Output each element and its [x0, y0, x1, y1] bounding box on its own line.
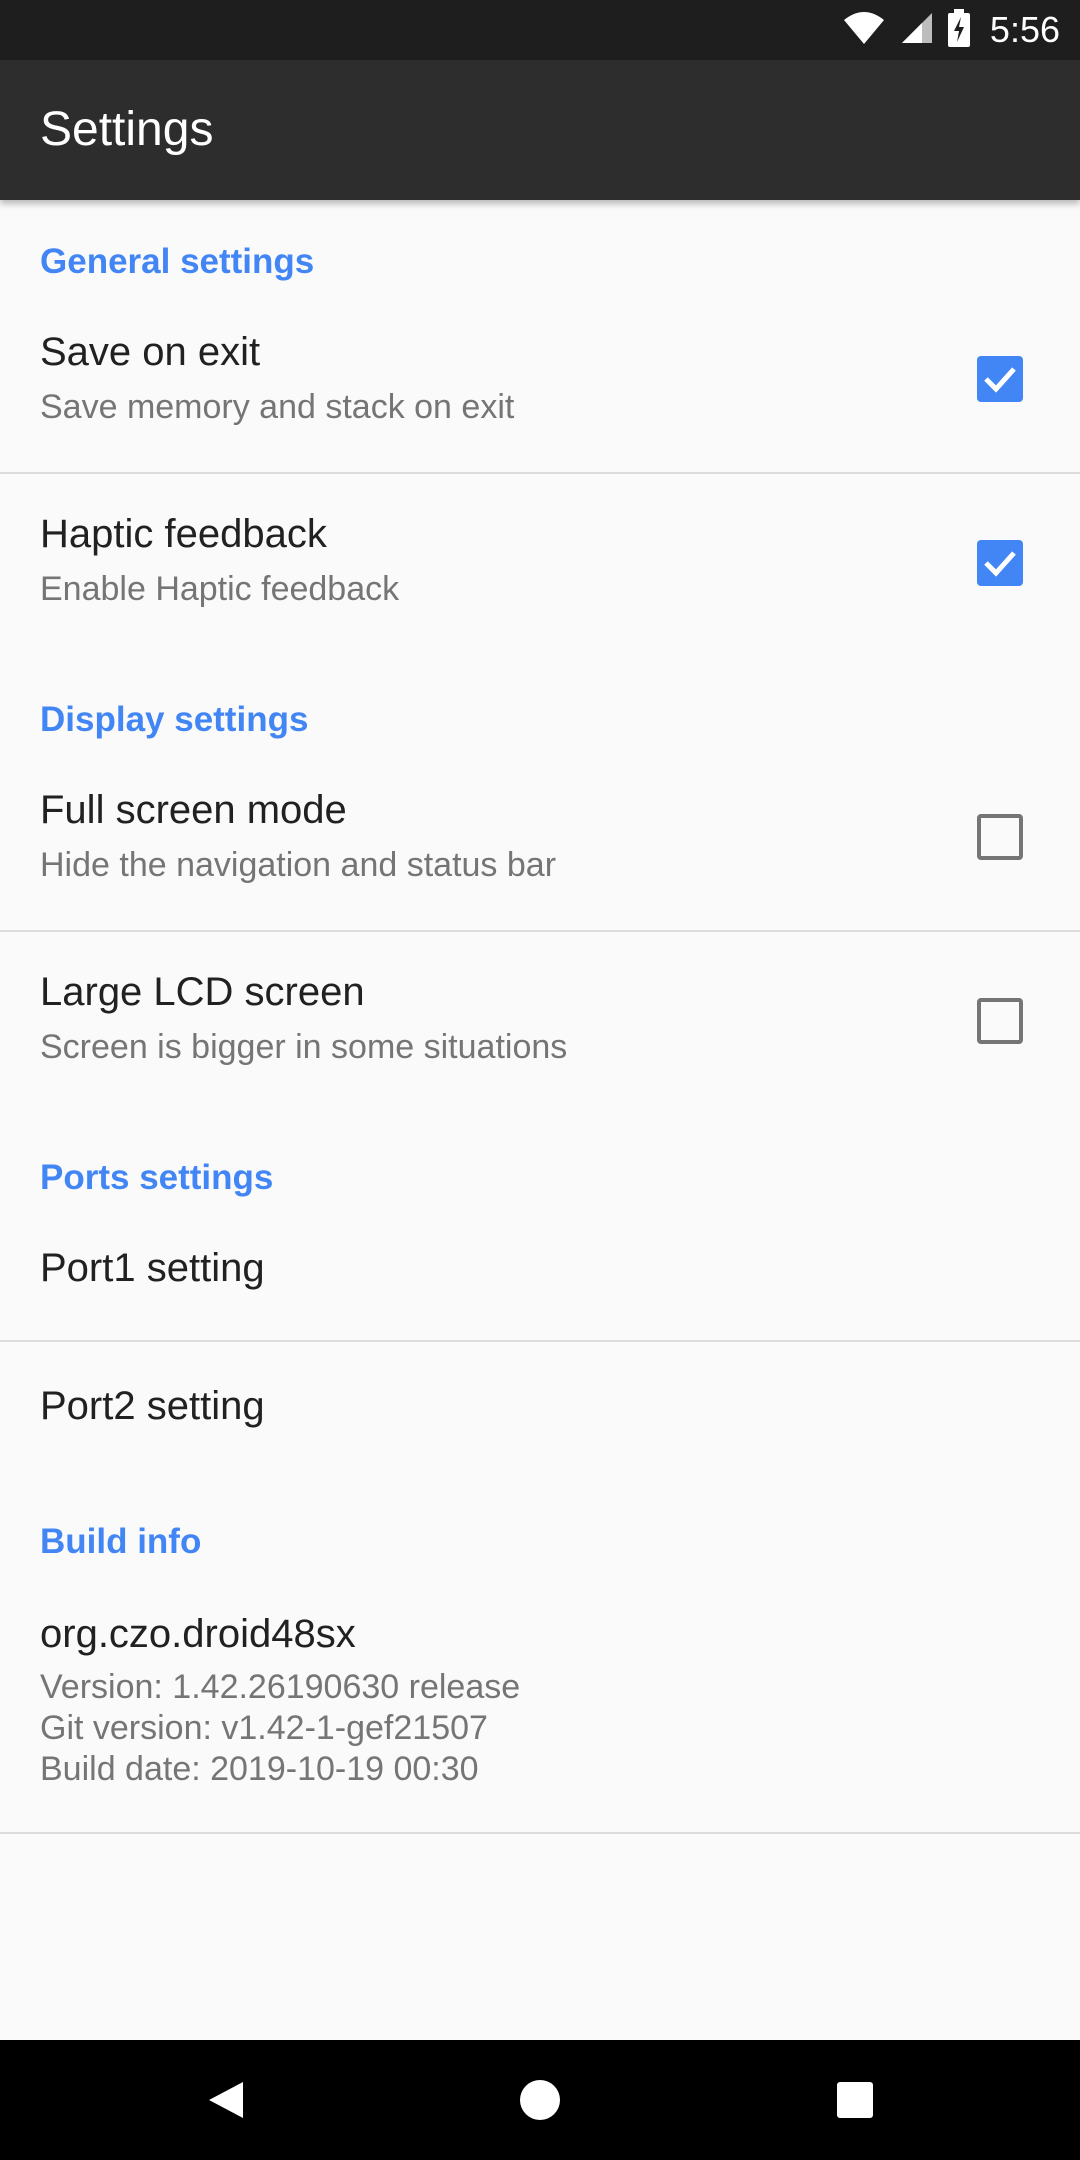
- category-ports-header: Ports settings: [40, 1158, 274, 1197]
- status-time: 5:56: [989, 9, 1060, 50]
- haptic-feedback-checkbox[interactable]: [977, 540, 1023, 586]
- save-on-exit-checkbox[interactable]: [977, 356, 1023, 402]
- checkmark-icon: [984, 367, 1016, 393]
- status-bar: 5:56: [0, 0, 1080, 60]
- pref-title: Full screen mode: [40, 788, 347, 832]
- pref-title: Large LCD screen: [40, 970, 365, 1014]
- home-button[interactable]: [480, 2040, 600, 2160]
- pref-port1-setting[interactable]: Port1 setting: [0, 1204, 1080, 1340]
- pref-save-on-exit[interactable]: Save on exit Save memory and stack on ex…: [0, 288, 1080, 472]
- page-title: Settings: [40, 103, 214, 156]
- back-button[interactable]: [165, 2040, 285, 2160]
- navigation-bar: [0, 2040, 1080, 2160]
- pref-title: Port2 setting: [40, 1384, 265, 1428]
- home-icon: [520, 2080, 560, 2120]
- app-bar: Settings: [0, 60, 1080, 200]
- build-date: Build date: 2019-10-19 00:30: [40, 1750, 479, 1788]
- pref-summary: Screen is bigger in some situations: [40, 1028, 568, 1066]
- pref-build-info[interactable]: org.czo.droid48sx Version: 1.42.26190630…: [0, 1568, 1080, 1832]
- category-display-header: Display settings: [40, 700, 309, 739]
- large-lcd-screen-checkbox[interactable]: [977, 998, 1023, 1044]
- pref-title: Save on exit: [40, 330, 261, 374]
- checkmark-icon: [984, 551, 1016, 577]
- battery-charging-icon: [947, 8, 970, 52]
- build-package-name: org.czo.droid48sx: [40, 1612, 356, 1656]
- pref-haptic-feedback[interactable]: Haptic feedback Enable Haptic feedback: [0, 474, 1080, 654]
- pref-summary: Enable Haptic feedback: [40, 570, 400, 608]
- category-build-info-header: Build info: [40, 1522, 202, 1561]
- build-git-version: Git version: v1.42-1-gef21507: [40, 1709, 488, 1747]
- pref-summary: Hide the navigation and status bar: [40, 846, 557, 884]
- pref-summary: Save memory and stack on exit: [40, 388, 515, 426]
- build-version: Version: 1.42.26190630 release: [40, 1668, 521, 1706]
- wifi-icon: [842, 10, 886, 51]
- full-screen-mode-checkbox[interactable]: [977, 814, 1023, 860]
- cell-signal-icon: [900, 11, 934, 50]
- pref-title: Port1 setting: [40, 1246, 265, 1290]
- pref-title: Haptic feedback: [40, 512, 327, 556]
- recents-button[interactable]: [795, 2040, 915, 2160]
- pref-large-lcd-screen[interactable]: Large LCD screen Screen is bigger in som…: [0, 932, 1080, 1112]
- status-icons: 5:56: [842, 0, 1060, 60]
- pref-port2-setting[interactable]: Port2 setting: [0, 1342, 1080, 1478]
- back-icon: [209, 2082, 243, 2118]
- recents-icon: [837, 2082, 873, 2118]
- divider: [0, 1832, 1080, 1834]
- category-general-header: General settings: [40, 242, 315, 281]
- pref-full-screen-mode[interactable]: Full screen mode Hide the navigation and…: [0, 746, 1080, 930]
